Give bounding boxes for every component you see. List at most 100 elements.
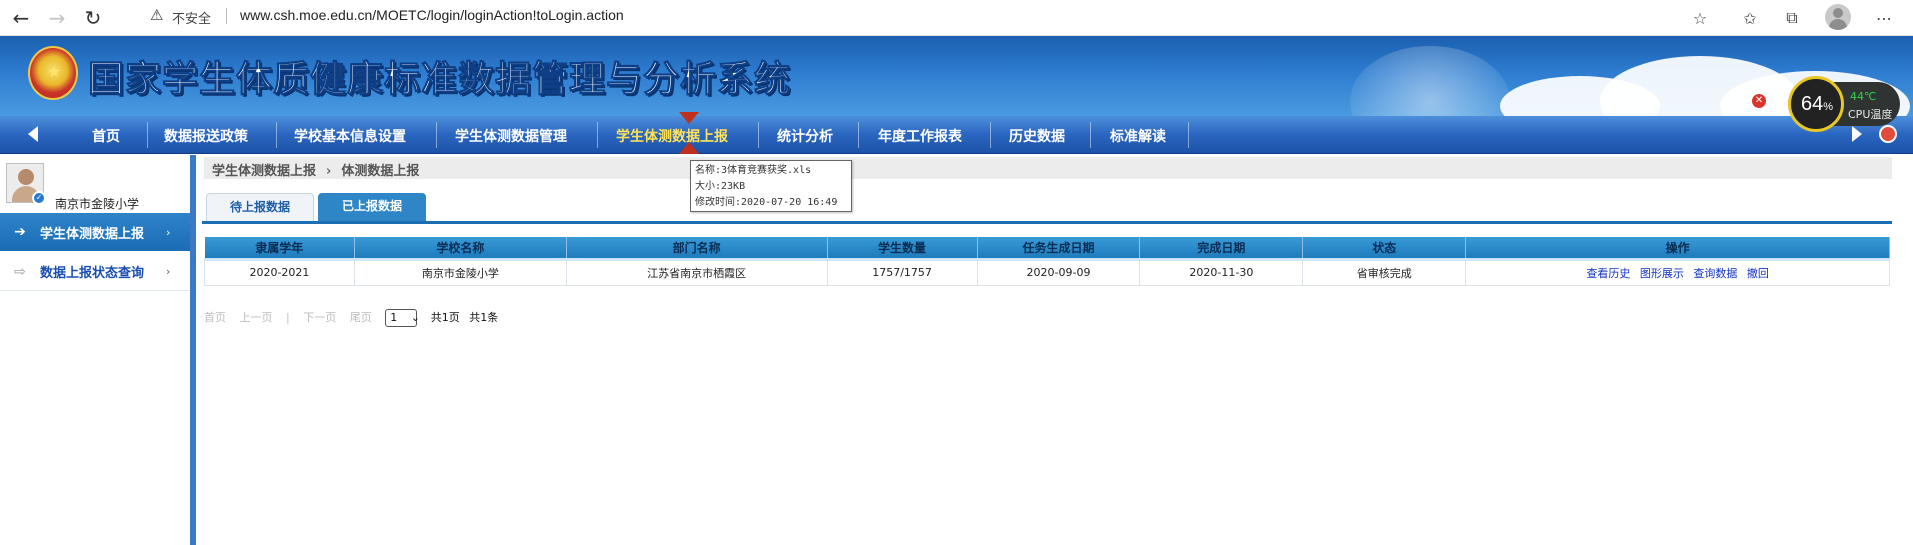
cell-actions: 查看历史 图形展示 查询数据 撤回	[1465, 259, 1890, 286]
query-data-link[interactable]: 查询数据	[1693, 267, 1737, 280]
tooltip-size: 大小:23KB	[695, 181, 746, 192]
nav-item-policy[interactable]: 数据报送政策	[164, 126, 248, 146]
chevron-right-icon: ›	[166, 225, 171, 239]
favorite-star-icon[interactable]: ☆	[1686, 4, 1714, 32]
site-title: 国家学生体质健康标准数据管理与分析系统	[87, 59, 792, 101]
tooltip-modified: 修改时间:2020-07-20 16:49	[695, 197, 838, 208]
favorites-list-icon[interactable]: ✩	[1736, 4, 1764, 32]
cell-created: 2020-09-09	[976, 259, 1141, 286]
browser-toolbar: ← → ↻ ⚠ 不安全 www.csh.moe.edu.cn/MOETC/log…	[0, 0, 1913, 36]
tab-reported-data[interactable]: 已上报数据	[318, 193, 426, 221]
nav-item-annual-report[interactable]: 年度工作报表	[878, 126, 962, 146]
pager-prev[interactable]: 上一页	[240, 311, 273, 324]
sky-glow	[1350, 46, 1510, 116]
chart-view-link[interactable]: 图形展示	[1640, 267, 1684, 280]
nav-item-data-upload[interactable]: 学生体测数据上报	[616, 126, 728, 146]
nav-item-home[interactable]: 首页	[92, 126, 120, 146]
column-header-school: 学校名称	[354, 237, 567, 261]
main-nav: 首页 数据报送政策 学校基本信息设置 学生体测数据管理 学生体测数据上报 统计分…	[0, 116, 1913, 154]
nav-item-school-info[interactable]: 学校基本信息设置	[294, 126, 406, 146]
pager-total-pages: 共1页	[430, 311, 460, 324]
page-select[interactable]: 1 ⌄	[385, 309, 420, 327]
cell-department: 江苏省南京市栖霞区	[565, 259, 828, 286]
nav-divider	[858, 122, 859, 148]
nav-item-standards[interactable]: 标准解读	[1110, 126, 1166, 146]
cpu-percent-value: 64	[1801, 93, 1824, 115]
sidebar-item-label: 数据上报状态查询	[40, 266, 145, 281]
main-content: 学生体测数据上报 › 体测数据上报 待上报数据 已上报数据 隶属学年 学校名称 部门…	[200, 155, 1913, 545]
nav-divider	[1188, 122, 1189, 148]
column-header-actions: 操作	[1465, 237, 1890, 261]
sidebar: ✓ 南京市金陵小学 ➔ 学生体测数据上报 › ⇨ 数据上报状态查询 ›	[0, 155, 196, 545]
cell-school: 南京市金陵小学	[353, 259, 567, 286]
collections-icon[interactable]: ⧉	[1778, 4, 1806, 32]
nav-divider	[436, 122, 437, 148]
column-header-department: 部门名称	[566, 237, 828, 261]
verified-check-icon: ✓	[32, 191, 46, 205]
nav-item-data-management[interactable]: 学生体测数据管理	[455, 126, 567, 146]
security-label[interactable]: 不安全	[172, 8, 211, 27]
cell-students: 1757/1757	[826, 259, 978, 286]
pager-total-records: 共1条	[469, 311, 499, 324]
nav-divider	[758, 122, 759, 148]
nav-divider	[597, 122, 598, 148]
nav-divider	[990, 122, 991, 148]
nav-divider	[1090, 122, 1091, 148]
cpu-temperature-label: CPU温度	[1848, 108, 1893, 121]
table-row: 2020-2021 南京市金陵小学 江苏省南京市栖霞区 1757/1757 20…	[204, 259, 1890, 286]
chevron-right-icon: ›	[166, 265, 171, 278]
cpu-temperature-widget[interactable]: 64% 44℃ CPU温度	[1788, 76, 1900, 132]
cell-year: 2020-2021	[204, 259, 355, 286]
breadcrumb-parent[interactable]: 学生体测数据上报	[212, 164, 316, 179]
reload-icon[interactable]: ↻	[78, 3, 108, 33]
breadcrumb-separator-icon: ›	[326, 164, 332, 179]
table-header-row: 隶属学年 学校名称 部门名称 学生数量 任务生成日期 完成日期 状态 操作	[204, 237, 1890, 261]
file-tooltip: 名称:3体育竞赛获奖.xls 大小:23KB 修改时间:2020-07-20 1…	[690, 160, 852, 212]
pager-first[interactable]: 首页	[204, 311, 226, 324]
nav-item-history[interactable]: 历史数据	[1009, 126, 1065, 146]
cell-status: 省审核完成	[1302, 259, 1467, 286]
nav-divider	[276, 122, 277, 148]
breadcrumb: 学生体测数据上报 › 体测数据上报	[204, 157, 1892, 179]
sidebar-item-data-upload[interactable]: ➔ 学生体测数据上报 ›	[0, 213, 190, 251]
more-menu-icon[interactable]: ⋯	[1870, 4, 1898, 32]
pager-last[interactable]: 尾页	[350, 311, 372, 324]
pager-separator: |	[286, 311, 290, 324]
cpu-percent: 64%	[1801, 93, 1833, 116]
column-header-completed: 完成日期	[1139, 237, 1304, 261]
address-bar-url[interactable]: www.csh.moe.edu.cn/MOETC/login/loginActi…	[240, 7, 624, 23]
column-header-created: 任务生成日期	[977, 237, 1141, 261]
nav-scroll-left-icon[interactable]	[28, 126, 38, 142]
withdraw-link[interactable]: 撤回	[1747, 267, 1769, 280]
reported-data-table: 隶属学年 学校名称 部门名称 学生数量 任务生成日期 完成日期 状态 操作 20…	[204, 237, 1890, 286]
column-header-year: 隶属学年	[204, 237, 355, 261]
tab-pending-data[interactable]: 待上报数据	[206, 193, 314, 221]
pager-next[interactable]: 下一页	[303, 311, 336, 324]
pagination: 首页 上一页 | 下一页 尾页 1 ⌄ 共1页 共1条	[204, 309, 504, 327]
nav-item-statistics[interactable]: 统计分析	[777, 126, 833, 146]
cpu-percent-unit: %	[1823, 101, 1834, 113]
school-name: 南京市金陵小学	[55, 197, 140, 211]
breadcrumb-current: 体测数据上报	[341, 164, 420, 179]
profile-avatar-icon[interactable]	[1825, 4, 1851, 30]
nav-divider	[147, 122, 148, 148]
cell-completed: 2020-11-30	[1139, 259, 1304, 286]
column-header-students: 学生数量	[827, 237, 978, 261]
national-emblem-icon: ★	[28, 46, 78, 100]
tab-underline	[202, 221, 1892, 224]
warning-icon[interactable]: ⚠	[150, 6, 163, 24]
page-select-value: 1	[390, 311, 398, 324]
arrow-right-icon: ⇨	[14, 263, 26, 280]
arrow-right-icon: ➔	[14, 224, 26, 240]
cpu-gauge: 64%	[1788, 76, 1844, 132]
cpu-temperature-value: 44℃	[1850, 90, 1877, 103]
back-arrow-icon[interactable]: ←	[6, 3, 36, 33]
nav-scroll-right-icon[interactable]	[1852, 126, 1862, 142]
column-header-status: 状态	[1302, 237, 1467, 261]
forward-arrow-icon[interactable]: →	[42, 3, 72, 33]
close-circle-icon[interactable]: ✕	[1752, 94, 1766, 108]
tooltip-name: 名称:3体育竞赛获奖.xls	[695, 165, 812, 176]
sidebar-item-status-query[interactable]: ⇨ 数据上报状态查询 ›	[0, 253, 190, 291]
view-history-link[interactable]: 查看历史	[1586, 267, 1630, 280]
scroll-indicator-icon[interactable]	[1879, 125, 1897, 143]
